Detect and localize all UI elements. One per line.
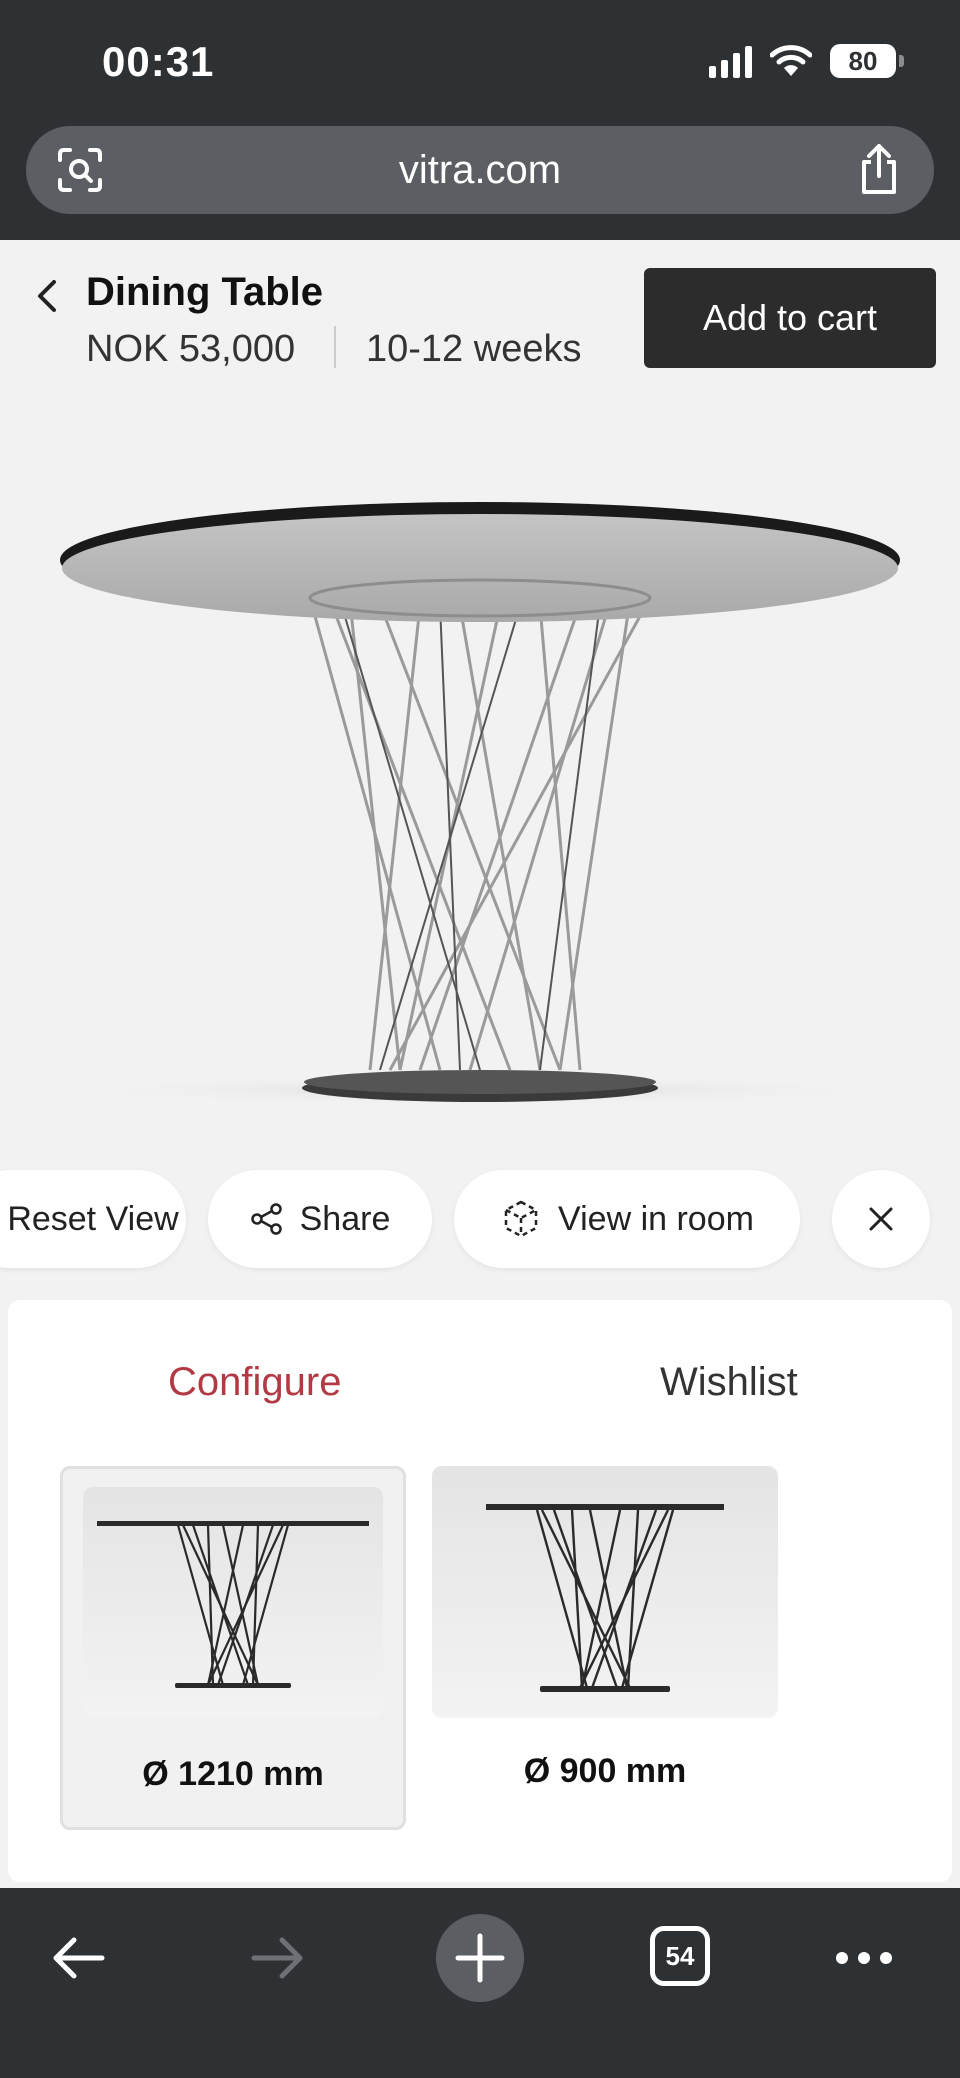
size-option-thumbnail xyxy=(432,1466,778,1718)
chevron-left-icon[interactable] xyxy=(30,276,66,316)
share-nodes-icon xyxy=(250,1203,282,1235)
url-text: vitra.com xyxy=(398,148,562,192)
arrow-left-icon[interactable] xyxy=(48,1930,108,1986)
size-option-label: Ø 900 mm xyxy=(523,1752,687,1790)
arrow-right-icon[interactable] xyxy=(248,1930,308,1986)
tab-configure[interactable]: Configure xyxy=(168,1360,341,1405)
close-icon xyxy=(869,1207,893,1231)
plus-icon xyxy=(455,1933,505,1983)
status-icons: 80 xyxy=(709,44,904,78)
new-tab-button[interactable] xyxy=(436,1914,524,2002)
divider xyxy=(334,326,336,368)
product-price: NOK 53,000 xyxy=(86,328,296,370)
view-in-room-button[interactable]: View in room xyxy=(454,1170,800,1268)
size-option-thumbnail xyxy=(83,1487,383,1717)
browser-bottom-toolbar: 54 xyxy=(0,1888,960,2078)
address-bar[interactable]: vitra.com xyxy=(26,126,934,214)
product-title: Dining Table xyxy=(86,270,324,314)
product-image[interactable] xyxy=(40,500,920,1120)
view-in-room-label: View in room xyxy=(558,1199,754,1238)
status-time: 00:31 xyxy=(102,38,215,85)
wifi-icon xyxy=(770,45,812,76)
size-option-card[interactable]: Ø 1210 mm xyxy=(60,1466,406,1830)
browser-top-bar: 00:31 80 vitra.com xyxy=(0,0,960,240)
battery-indicator: 80 xyxy=(830,44,904,78)
delivery-time: 10-12 weeks xyxy=(366,328,582,370)
reset-view-button[interactable]: Reset View xyxy=(0,1170,186,1268)
ar-cube-icon xyxy=(504,1200,538,1238)
share-icon[interactable] xyxy=(854,142,904,196)
size-option-label: Ø 1210 mm xyxy=(142,1755,324,1793)
size-option-card[interactable]: Ø 900 mm xyxy=(432,1466,778,1830)
cellular-signal-icon xyxy=(709,44,752,78)
more-icon[interactable] xyxy=(834,1940,894,1976)
tabs-icon[interactable]: 54 xyxy=(650,1926,710,1986)
table-1210-icon xyxy=(97,1521,369,1688)
close-button[interactable] xyxy=(832,1170,930,1268)
add-to-cart-button[interactable]: Add to cart xyxy=(644,268,936,368)
share-button[interactable]: Share xyxy=(208,1170,432,1268)
share-label: Share xyxy=(299,1199,391,1238)
tab-wishlist[interactable]: Wishlist xyxy=(660,1360,798,1405)
table-900-icon xyxy=(486,1504,724,1692)
reset-view-label: Reset View xyxy=(7,1199,179,1238)
